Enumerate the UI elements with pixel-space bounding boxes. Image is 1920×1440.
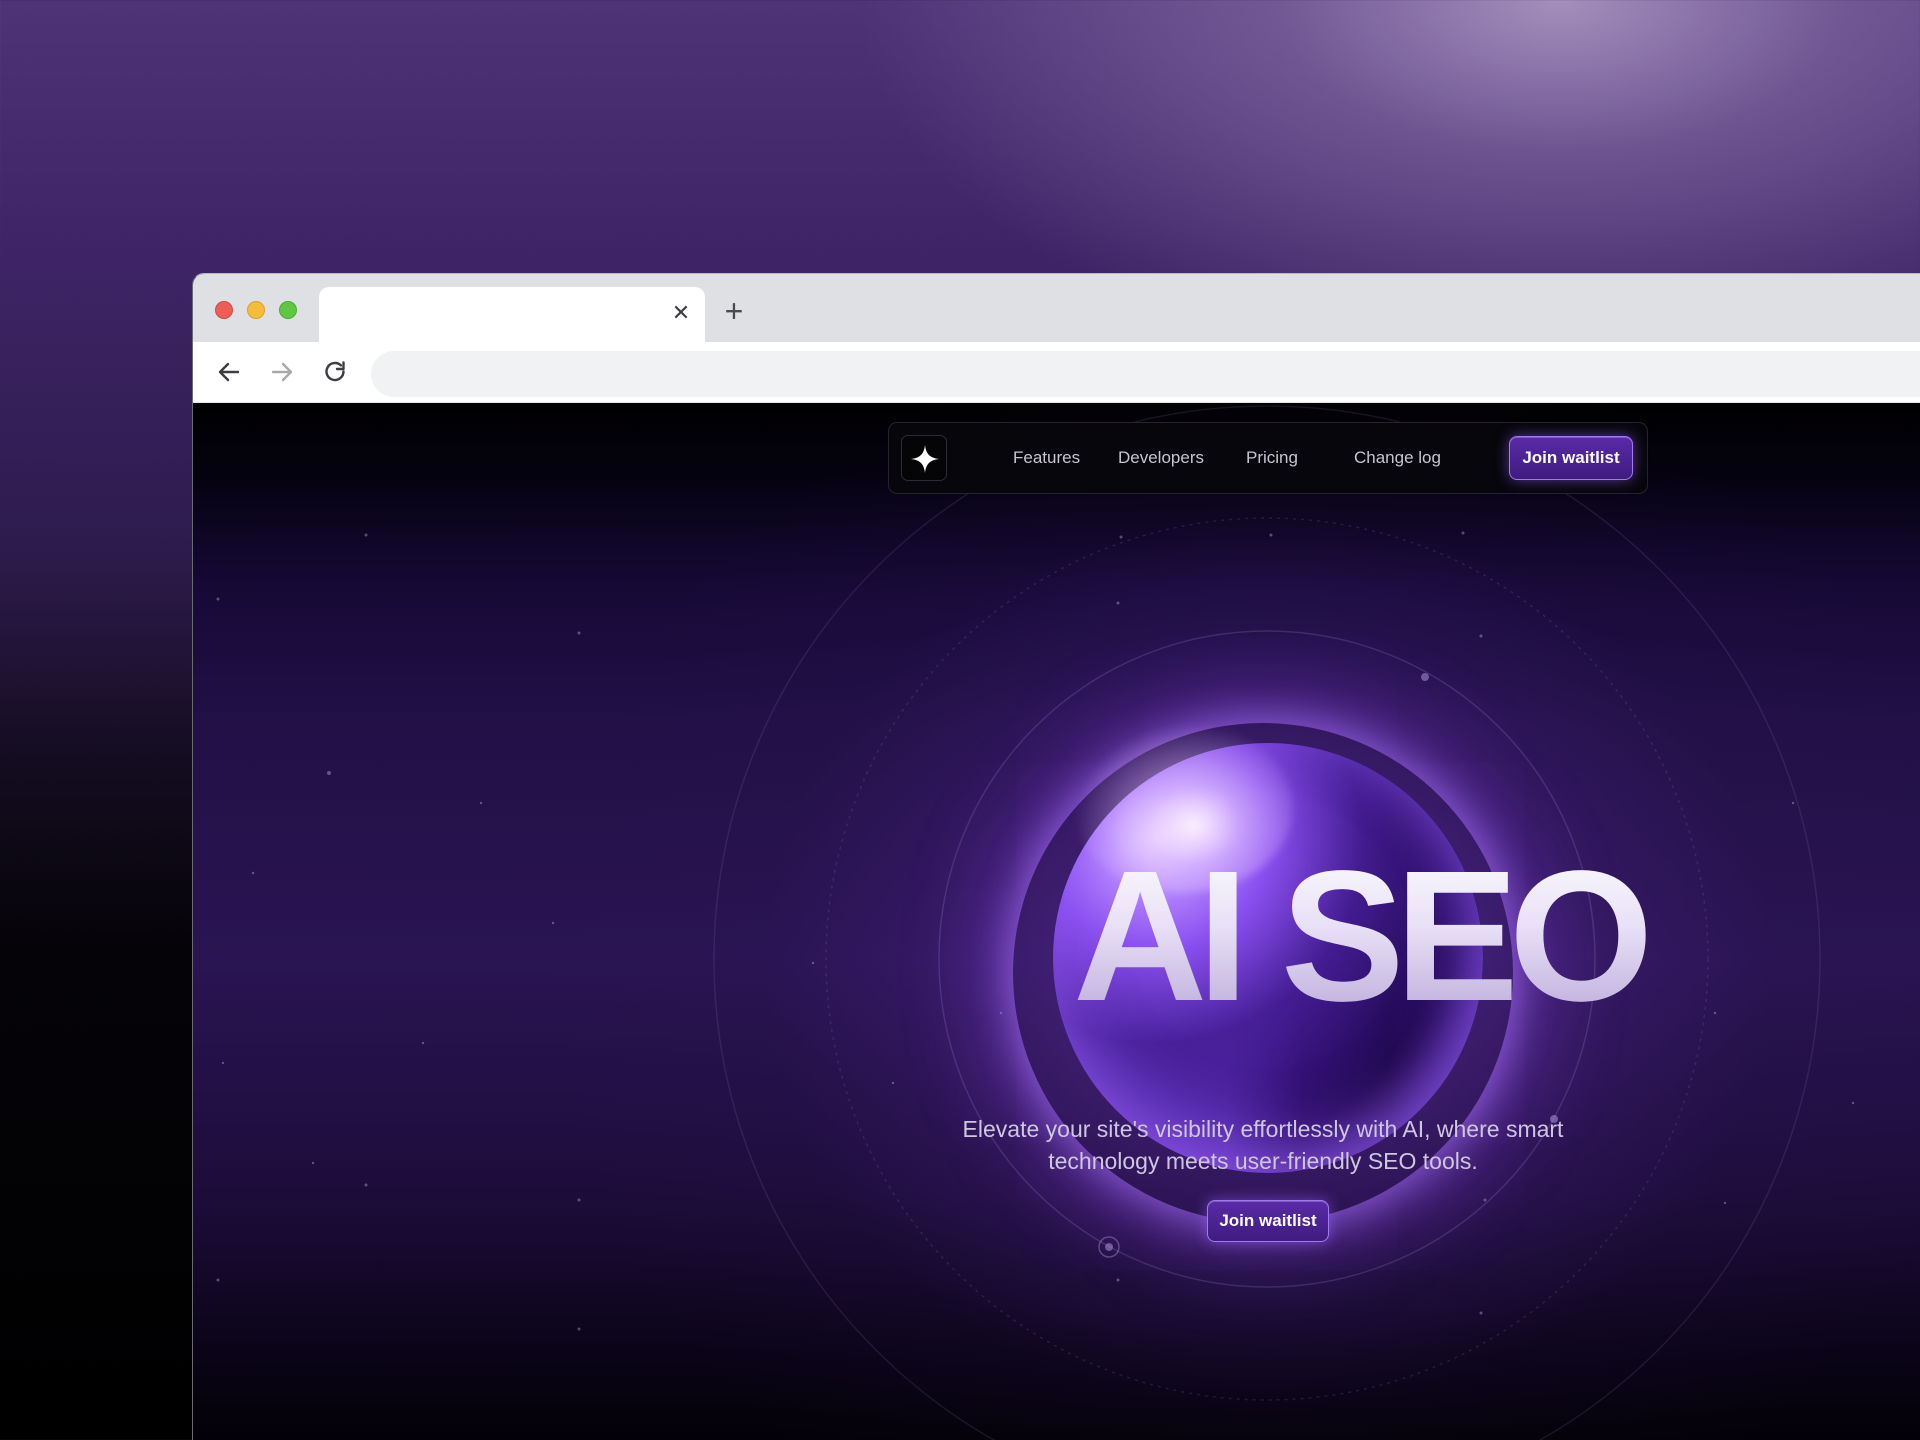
browser-toolbar xyxy=(193,342,1920,403)
star xyxy=(1791,801,1795,805)
join-waitlist-nav-button[interactable]: Join waitlist xyxy=(1509,436,1633,480)
star xyxy=(216,597,220,601)
nav-link-features[interactable]: Features xyxy=(1013,447,1080,469)
star xyxy=(327,771,331,775)
arrow-right-icon[interactable] xyxy=(266,356,298,388)
star xyxy=(1479,1311,1483,1315)
hero-subtitle: Elevate your site's visibility effortles… xyxy=(962,1116,1564,1174)
browser-window: ✕ + Features Developers Pricing Change l… xyxy=(192,273,1920,1440)
star xyxy=(479,801,483,805)
site-logo[interactable] xyxy=(901,435,947,481)
close-window-button[interactable] xyxy=(215,301,233,319)
star xyxy=(577,1198,581,1202)
hero-title: AI SEO xyxy=(1073,837,1773,1037)
star xyxy=(1116,601,1120,605)
star xyxy=(364,1183,368,1187)
tab-bar: ✕ + xyxy=(193,274,1920,342)
star xyxy=(221,1061,225,1065)
star xyxy=(1269,533,1273,537)
nav-link-developers[interactable]: Developers xyxy=(1118,447,1204,469)
star xyxy=(811,961,815,965)
star xyxy=(421,1041,425,1045)
star xyxy=(577,1327,581,1331)
star xyxy=(311,1161,315,1165)
join-waitlist-hero-button[interactable]: Join waitlist xyxy=(1207,1200,1329,1242)
star xyxy=(1483,1198,1487,1202)
star xyxy=(1119,535,1123,539)
page-viewport: Features Developers Pricing Change log J… xyxy=(193,403,1920,1440)
nav-link-change-log[interactable]: Change log xyxy=(1354,447,1441,469)
sparkle-icon xyxy=(911,445,939,473)
star xyxy=(551,921,555,925)
plus-icon[interactable]: + xyxy=(716,293,752,329)
star xyxy=(999,1011,1003,1015)
minimize-window-button[interactable] xyxy=(247,301,265,319)
star xyxy=(364,533,368,537)
orbit-dot xyxy=(1105,1243,1113,1251)
site-navbar: Features Developers Pricing Change log J… xyxy=(888,422,1648,494)
star xyxy=(1723,1201,1727,1205)
star xyxy=(1851,1101,1855,1105)
star xyxy=(251,871,255,875)
arrow-left-icon[interactable] xyxy=(213,356,245,388)
star xyxy=(216,1278,220,1282)
star xyxy=(577,631,581,635)
star xyxy=(1479,634,1483,638)
nav-link-pricing[interactable]: Pricing xyxy=(1246,447,1298,469)
active-tab[interactable]: ✕ xyxy=(319,287,705,342)
address-bar[interactable] xyxy=(371,351,1920,397)
close-icon[interactable]: ✕ xyxy=(669,301,693,325)
maximize-window-button[interactable] xyxy=(279,301,297,319)
orbit-dot xyxy=(1421,673,1429,681)
reload-icon[interactable] xyxy=(319,356,351,388)
star xyxy=(891,1081,895,1085)
star xyxy=(1116,1278,1120,1282)
star xyxy=(1461,531,1465,535)
